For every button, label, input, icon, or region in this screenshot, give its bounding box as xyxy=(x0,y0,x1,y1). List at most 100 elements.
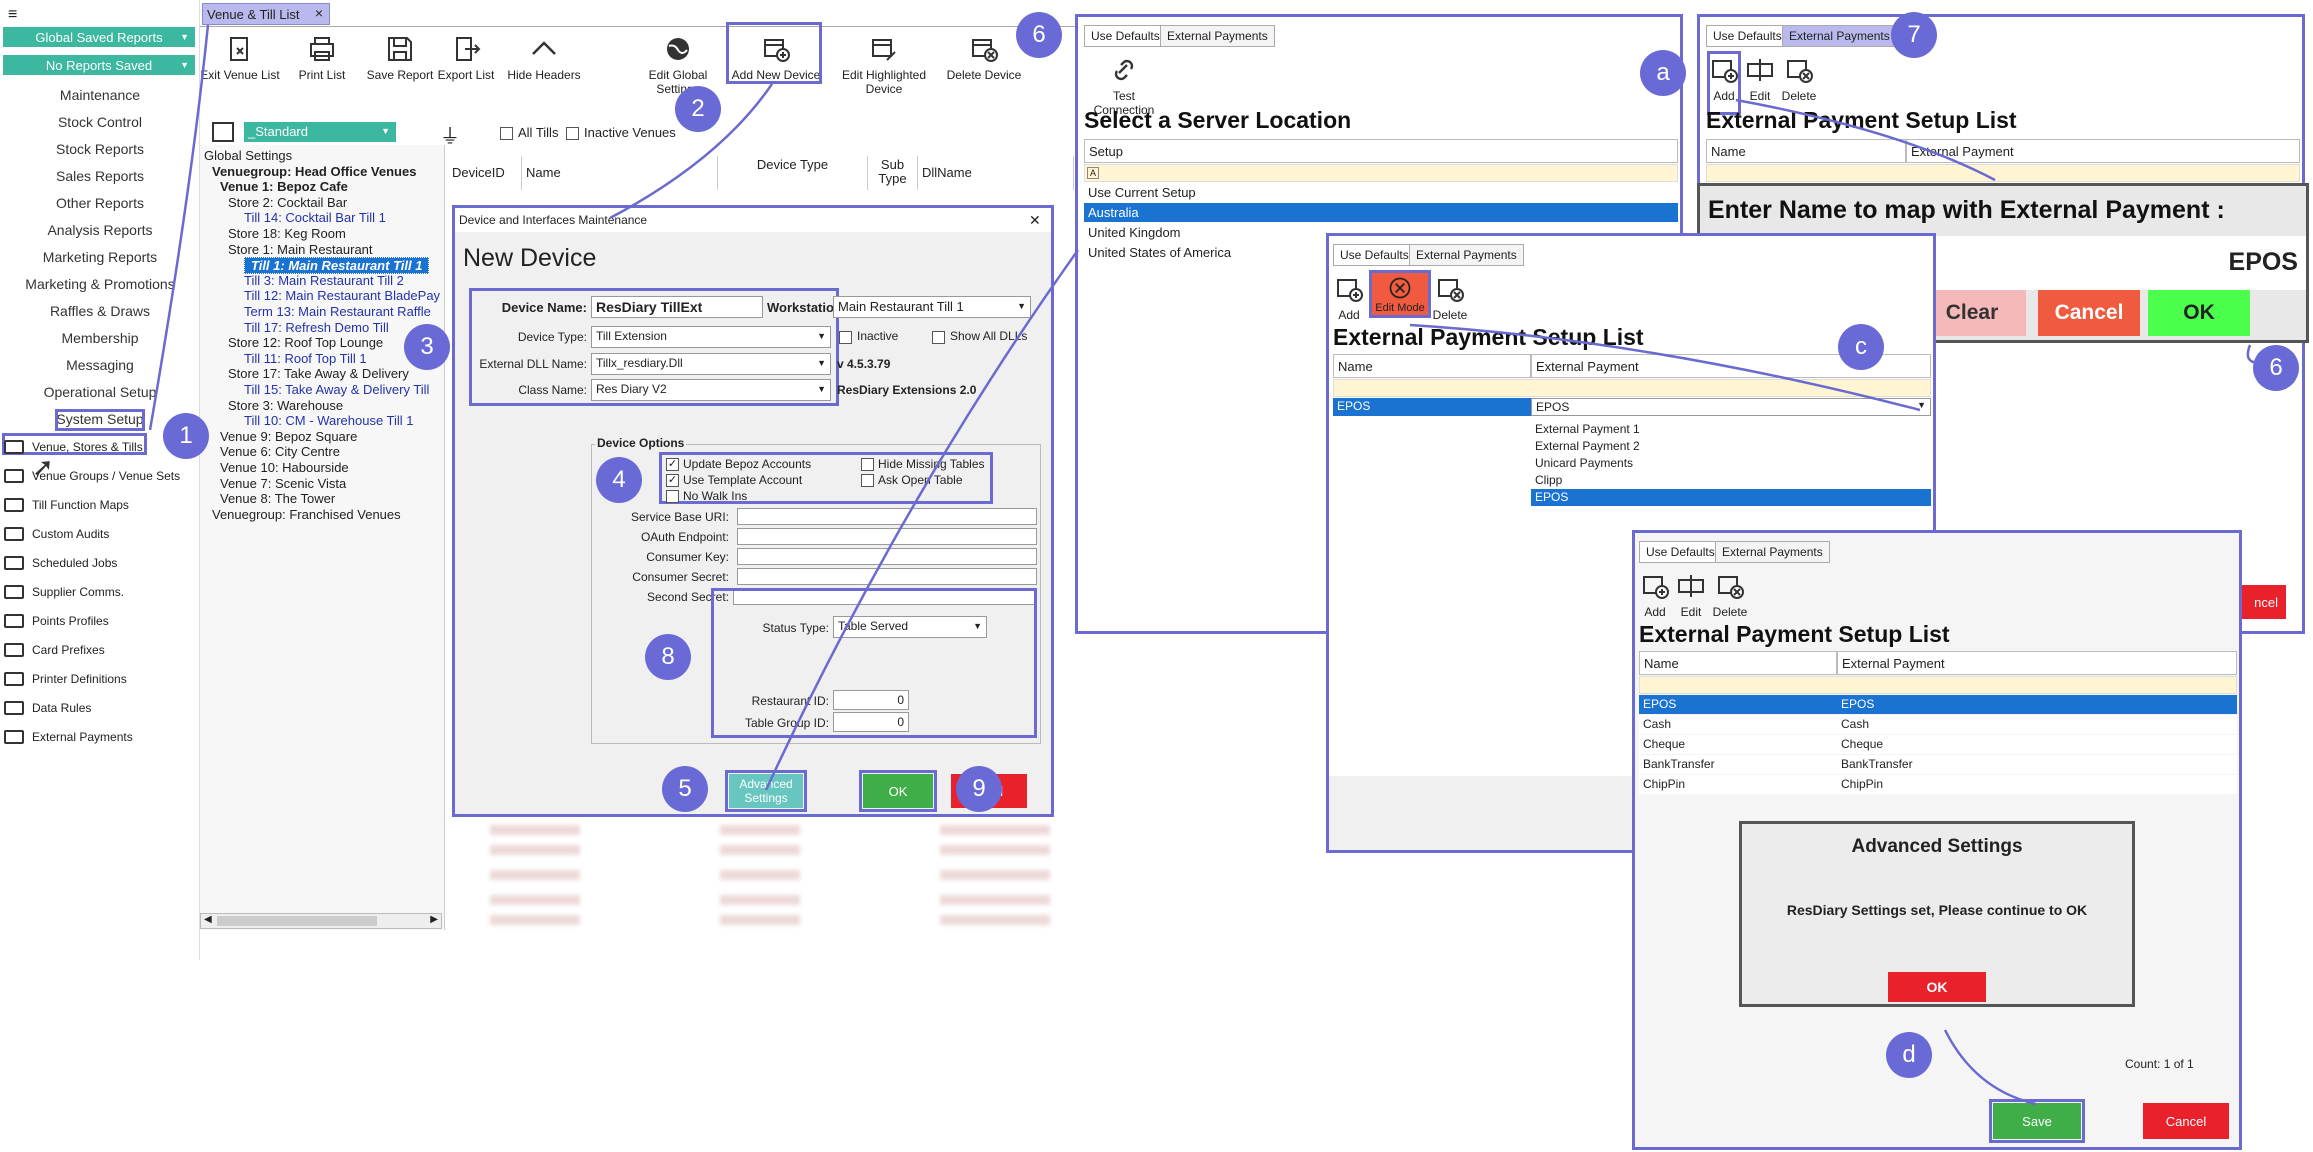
menu-item-marketing-promotions[interactable]: Marketing & Promotions xyxy=(0,276,200,292)
filter-row[interactable] xyxy=(1639,676,2237,694)
tab-external-payments[interactable]: External Payments xyxy=(1715,541,1830,563)
restaurant-id-input[interactable]: 0 xyxy=(833,690,909,710)
payment-row-name[interactable]: EPOS xyxy=(1639,695,1837,714)
menu-item-marketing-reports[interactable]: Marketing Reports xyxy=(0,249,200,265)
grid-header[interactable]: Name xyxy=(522,156,718,190)
server-row[interactable]: Use Current Setup xyxy=(1084,183,1678,202)
tree-node[interactable]: Venue 1: Bepoz Cafe xyxy=(220,179,348,194)
menu-icon-item-2[interactable]: Till Function Maps xyxy=(0,496,200,518)
menu-icon-item-1[interactable]: Venue Groups / Venue Sets xyxy=(0,467,200,489)
ok-button[interactable]: OK xyxy=(2148,290,2250,336)
tree-node[interactable]: Store 1: Main Restaurant xyxy=(228,242,373,257)
status-type-select[interactable]: Table Served ▼ xyxy=(833,616,987,638)
filter-row[interactable]: A xyxy=(1084,164,1678,182)
toolbar-edit-highlighted-devicebutton[interactable]: Edit Highlighted Device xyxy=(834,34,934,96)
tree-node[interactable]: Till 15: Take Away & Delivery Till xyxy=(244,382,429,397)
payment-row-value[interactable]: ChipPin xyxy=(1837,775,2237,794)
field-input[interactable] xyxy=(737,508,1037,525)
add-button[interactable]: Add xyxy=(1335,274,1363,322)
tree-node[interactable]: Store 18: Keg Room xyxy=(228,226,346,241)
tree-node[interactable]: Term 13: Main Restaurant Raffle xyxy=(244,304,431,319)
tab-use-defaults[interactable]: Use Defaults xyxy=(1706,25,1789,47)
delete-button[interactable]: Delete xyxy=(1713,571,1747,619)
grid-header[interactable]: DeviceID xyxy=(448,156,522,190)
filter-row[interactable] xyxy=(1333,379,1931,397)
tree-node[interactable]: Venue 10: Habourside xyxy=(220,460,349,475)
advanced-ok-button[interactable]: OK xyxy=(1888,972,1986,1002)
tree-node[interactable]: Store 17: Take Away & Delivery xyxy=(228,366,409,381)
grid-header[interactable]: Device Type xyxy=(718,156,868,190)
menu-icon-item-4[interactable]: Scheduled Jobs xyxy=(0,554,200,576)
close-tab-icon[interactable]: × xyxy=(315,5,323,21)
tree-node[interactable]: Till 12: Main Restaurant BladePay xyxy=(244,288,440,303)
table-group-id-input[interactable]: 0 xyxy=(833,712,909,732)
tree-node[interactable]: Store 3: Warehouse xyxy=(228,398,343,413)
layout-select[interactable]: _Standard ▼ xyxy=(244,122,396,142)
menu-item-stock-control[interactable]: Stock Control xyxy=(0,114,200,130)
tree-node[interactable]: Global Settings xyxy=(204,148,292,163)
class-select[interactable]: Res Diary V2 ▼ xyxy=(591,379,831,401)
show-all-dlls-checkbox[interactable] xyxy=(932,331,945,344)
device-name-input[interactable]: ResDiary TillExt xyxy=(591,296,763,318)
payment-row-value[interactable]: Cash xyxy=(1837,715,2237,734)
no-walk-ins-checkbox[interactable] xyxy=(666,490,679,503)
menu-icon-item-10[interactable]: External Payments xyxy=(0,728,200,750)
edit-mode-button[interactable]: Edit Mode xyxy=(1369,270,1431,318)
inactive-checkbox[interactable] xyxy=(839,331,852,344)
menu-icon-item-9[interactable]: Data Rules xyxy=(0,699,200,721)
tab-external-payments[interactable]: External Payments xyxy=(1409,244,1524,266)
payment-row-value[interactable]: Cheque xyxy=(1837,735,2237,754)
hamburger-icon[interactable]: ≡ xyxy=(8,6,17,24)
tree-node[interactable]: Till 11: Roof Top Till 1 xyxy=(244,351,367,366)
tab-external-payments[interactable]: External Payments xyxy=(1782,25,1897,47)
tree-scrollbar[interactable]: ◀ ▶ xyxy=(200,913,442,929)
external-payment-select[interactable]: EPOS ▼ xyxy=(1531,398,1931,416)
menu-item-stock-reports[interactable]: Stock Reports xyxy=(0,141,200,157)
dropdown-option[interactable]: EPOS xyxy=(1531,489,1931,506)
field-input[interactable] xyxy=(737,548,1037,565)
edit-button[interactable]: Edit xyxy=(1746,55,1774,103)
add-button[interactable]: Add xyxy=(1641,571,1669,619)
server-row[interactable]: Australia xyxy=(1084,203,1678,222)
menu-item-membership[interactable]: Membership xyxy=(0,330,200,346)
tab-use-defaults[interactable]: Use Defaults xyxy=(1333,244,1416,266)
menu-item-analysis-reports[interactable]: Analysis Reports xyxy=(0,222,200,238)
tree-node[interactable]: Venuegroup: Franchised Venues xyxy=(212,507,401,522)
tree-node[interactable]: Venue 8: The Tower xyxy=(220,491,335,506)
cancel-button[interactable]: Cancel xyxy=(2143,1103,2229,1139)
tab-external-payments[interactable]: External Payments xyxy=(1160,25,1275,47)
grid-header[interactable]: DllName xyxy=(918,156,1074,190)
menu-item-raffles-draws[interactable]: Raffles & Draws xyxy=(0,303,200,319)
no-reports-saved-button[interactable]: No Reports Saved ▼ xyxy=(3,55,195,75)
dialog-close-button[interactable]: ✕ xyxy=(1029,212,1041,229)
tree-node[interactable]: Till 1: Main Restaurant Till 1 xyxy=(244,257,430,275)
ask-open-table-checkbox[interactable] xyxy=(861,474,874,487)
toolbar-hide-headersbutton[interactable]: Hide Headers xyxy=(494,34,594,82)
dropdown-option[interactable]: Clipp xyxy=(1531,472,1931,489)
payment-row-name[interactable]: ChipPin xyxy=(1639,775,1837,794)
filter-row[interactable] xyxy=(1706,164,2300,182)
delete-button[interactable]: Delete xyxy=(1433,274,1467,322)
edit-button[interactable]: Edit xyxy=(1677,571,1705,619)
hide-missing-tables-checkbox[interactable] xyxy=(861,458,874,471)
tree-node[interactable]: Store 12: Roof Top Lounge xyxy=(228,335,383,350)
field-input[interactable] xyxy=(737,568,1037,585)
payment-row-value[interactable]: BankTransfer xyxy=(1837,755,2237,774)
dropdown-option[interactable]: External Payment 1 xyxy=(1531,421,1931,438)
template-account-checkbox[interactable]: ✓ xyxy=(666,474,679,487)
cancel-button[interactable]: Cancel xyxy=(2038,290,2140,336)
tree-node[interactable]: Venue 6: City Centre xyxy=(220,444,340,459)
tree-node[interactable]: Till 14: Cocktail Bar Till 1 xyxy=(244,210,386,225)
field-input[interactable] xyxy=(737,528,1037,545)
advanced-settings-button[interactable]: Advanced Settings xyxy=(729,774,803,808)
tree-node[interactable]: Venue 9: Bepoz Square xyxy=(220,429,357,444)
venue-till-list-tab[interactable]: Venue & Till List × xyxy=(202,3,330,25)
delete-button[interactable]: Delete xyxy=(1782,55,1816,103)
update-accounts-checkbox[interactable]: ✓ xyxy=(666,458,679,471)
menu-item-messaging[interactable]: Messaging xyxy=(0,357,200,373)
menu-item-operational-setup[interactable]: Operational Setup xyxy=(0,384,200,400)
tree-node[interactable]: Till 3: Main Restaurant Till 2 xyxy=(244,273,404,288)
global-saved-reports-button[interactable]: Global Saved Reports ▼ xyxy=(3,27,195,47)
payment-row-name[interactable]: BankTransfer xyxy=(1639,755,1837,774)
menu-item-maintenance[interactable]: Maintenance xyxy=(0,87,200,103)
